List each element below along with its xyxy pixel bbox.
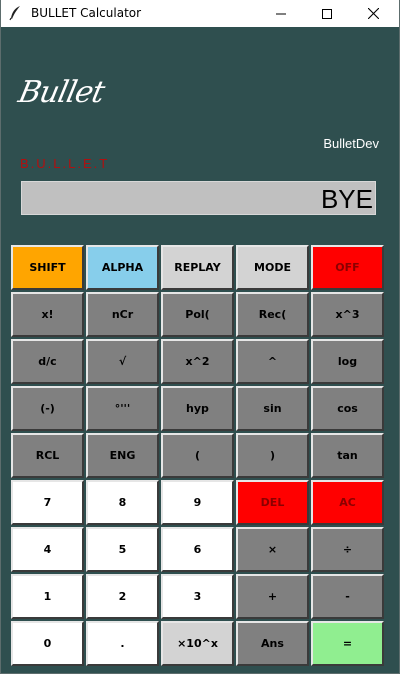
key-0-0[interactable]: SHIFT [11,245,84,290]
calculator-body: Bullet BulletDev B.U.L.L.E.T BYE SHIFT AL… [1,27,399,673]
key-3-4[interactable]: cos [311,386,384,431]
key-5-0[interactable]: 7 [11,480,84,525]
key-6-1[interactable]: 5 [86,527,159,572]
key-4-2[interactable]: ( [161,433,234,478]
key-3-0[interactable]: (-) [11,386,84,431]
key-5-1[interactable]: 8 [86,480,159,525]
key-8-4[interactable]: = [311,621,384,666]
key-7-3[interactable]: + [236,574,309,619]
key-6-3[interactable]: × [236,527,309,572]
key-1-3[interactable]: Rec( [236,292,309,337]
key-6-0[interactable]: 4 [11,527,84,572]
key-1-2[interactable]: Pol( [161,292,234,337]
key-4-1[interactable]: ENG [86,433,159,478]
key-7-2[interactable]: 3 [161,574,234,619]
title-bar: BULLET Calculator [0,0,400,27]
key-8-1[interactable]: . [86,621,159,666]
key-1-0[interactable]: x! [11,292,84,337]
key-8-2[interactable]: ×10^x [161,621,234,666]
key-7-1[interactable]: 2 [86,574,159,619]
maximize-button[interactable] [304,0,350,27]
key-0-2[interactable]: REPLAY [161,245,234,290]
brand-label: B.U.L.L.E.T [20,156,110,171]
key-5-3[interactable]: DEL [236,480,309,525]
key-0-3[interactable]: MODE [236,245,309,290]
key-3-2[interactable]: hyp [161,386,234,431]
key-2-4[interactable]: log [311,339,384,384]
key-1-4[interactable]: x^3 [311,292,384,337]
key-0-4[interactable]: OFF [311,245,384,290]
key-0-1[interactable]: ALPHA [86,245,159,290]
key-1-1[interactable]: nCr [86,292,159,337]
keypad: SHIFT ALPHA REPLAY MODE OFF x! nCr Pol(Rec(x^3 d… [11,245,384,666]
key-2-1[interactable]: √ [86,339,159,384]
key-2-2[interactable]: x^2 [161,339,234,384]
close-button[interactable] [350,0,396,27]
feather-icon [8,5,24,21]
key-4-0[interactable]: RCL [11,433,84,478]
key-2-0[interactable]: d/c [11,339,84,384]
key-5-2[interactable]: 9 [161,480,234,525]
key-6-2[interactable]: 6 [161,527,234,572]
key-5-4[interactable]: AC [311,480,384,525]
key-8-0[interactable]: 0 [11,621,84,666]
key-4-4[interactable]: tan [311,433,384,478]
key-7-0[interactable]: 1 [11,574,84,619]
key-4-3[interactable]: ) [236,433,309,478]
key-3-3[interactable]: sin [236,386,309,431]
key-7-4[interactable]: - [311,574,384,619]
logo: Bullet [15,75,108,110]
developer-label: BulletDev [323,136,379,151]
key-3-1[interactable]: °''' [86,386,159,431]
key-2-3[interactable]: ^ [236,339,309,384]
window-title: BULLET Calculator [31,6,142,20]
key-6-4[interactable]: ÷ [311,527,384,572]
window-border-left [0,0,1,674]
calculator-display: BYE [21,181,376,215]
key-8-3[interactable]: Ans [236,621,309,666]
minimize-button[interactable] [258,0,304,27]
